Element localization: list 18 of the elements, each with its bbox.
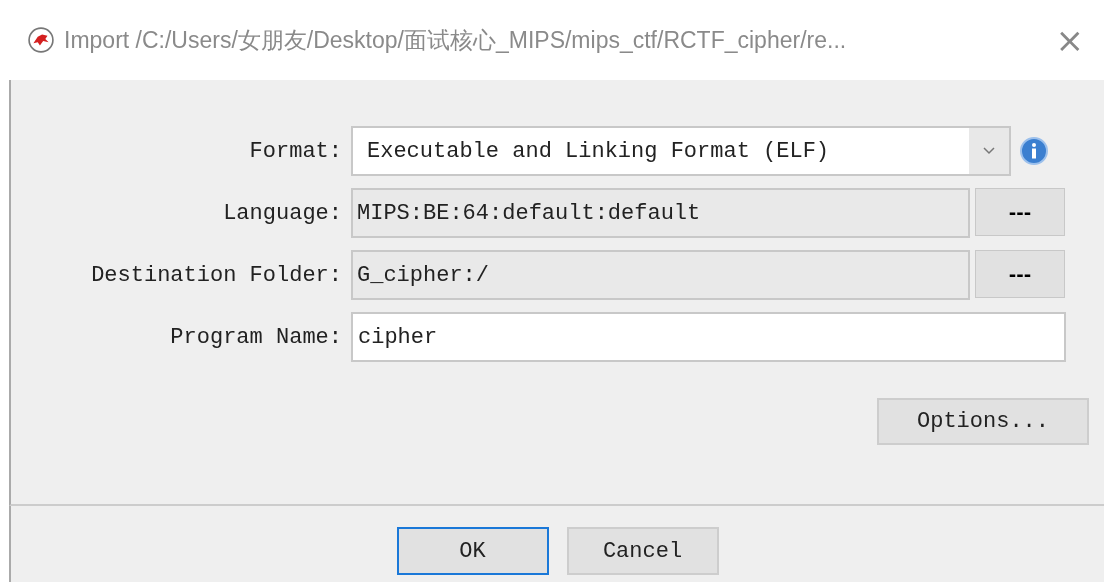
- info-icon[interactable]: [1019, 136, 1049, 166]
- field-label: Program Name:: [169, 324, 342, 350]
- cancel-button[interactable]: Cancel: [566, 527, 719, 575]
- window-title: Import /C:/Users/女朋友/Desktop/面试核心_MIPS/mips_ctf/RCTF_cipher/re...: [64, 25, 848, 55]
- program-name-field[interactable]: cipher: [351, 312, 1066, 362]
- close-button[interactable]: ×: [1049, 20, 1090, 60]
- field-label: Language:: [222, 200, 342, 226]
- caret-icon: [983, 147, 995, 155]
- options-button[interactable]: Options...: [877, 398, 1089, 445]
- field-label: Destination Folder:: [90, 262, 342, 288]
- browse-button[interactable]: ---: [975, 188, 1065, 236]
- app-logo-icon: [28, 27, 54, 53]
- readonly-field: G_cipher:/: [351, 250, 970, 300]
- readonly-field: MIPS:BE:64:default:default: [351, 188, 970, 238]
- field-label: Format:: [248, 138, 342, 164]
- ok-button[interactable]: OK: [396, 527, 549, 575]
- browse-button[interactable]: ---: [975, 250, 1065, 298]
- format-dropdown[interactable]: Executable and Linking Format (ELF): [351, 126, 1011, 176]
